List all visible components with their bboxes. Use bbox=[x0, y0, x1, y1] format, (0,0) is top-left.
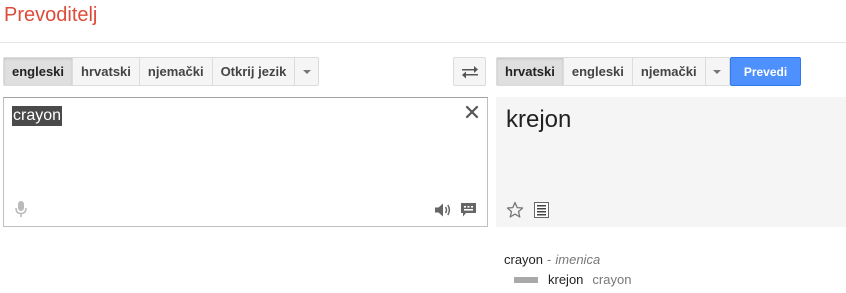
dictionary-header: crayon - imenica bbox=[504, 251, 631, 269]
speaker-icon[interactable] bbox=[434, 202, 452, 218]
swap-arrows-icon bbox=[461, 65, 478, 78]
dictionary-separator: - bbox=[547, 252, 552, 267]
app-title: Prevoditelj bbox=[4, 4, 98, 26]
dictionary-entry: krejon crayon bbox=[504, 271, 631, 289]
swap-languages-button[interactable] bbox=[453, 57, 486, 86]
source-text-area[interactable]: crayon bbox=[3, 97, 488, 227]
dictionary-back-translation[interactable]: crayon bbox=[592, 271, 631, 289]
star-icon[interactable] bbox=[506, 201, 524, 219]
target-lang-german[interactable]: njemački bbox=[633, 58, 706, 85]
source-text[interactable]: crayon bbox=[12, 106, 63, 126]
source-lang-more-button[interactable] bbox=[295, 58, 318, 85]
target-lang-more-button[interactable] bbox=[706, 58, 729, 85]
header-divider bbox=[0, 42, 846, 43]
chevron-down-icon bbox=[713, 69, 722, 74]
source-lang-detect[interactable]: Otkrij jezik bbox=[213, 58, 296, 85]
target-lang-english[interactable]: engleski bbox=[564, 58, 633, 85]
dictionary-translation[interactable]: krejon bbox=[548, 271, 583, 289]
source-lang-english[interactable]: engleski bbox=[4, 58, 74, 85]
target-lang-croatian[interactable]: hrvatski bbox=[497, 58, 564, 85]
list-icon[interactable] bbox=[534, 202, 549, 218]
source-lang-croatian[interactable]: hrvatski bbox=[73, 58, 140, 85]
part-of-speech: imenica bbox=[555, 252, 601, 267]
source-language-bar: engleski hrvatski njemački Otkrij jezik bbox=[3, 57, 320, 86]
target-language-bar: hrvatski engleski njemački bbox=[496, 57, 730, 86]
dictionary-word: crayon bbox=[504, 252, 544, 267]
result-text[interactable]: krejon bbox=[506, 105, 571, 135]
translate-button[interactable]: Prevedi bbox=[730, 57, 801, 86]
keyboard-icon[interactable] bbox=[460, 202, 477, 218]
dictionary: crayon - imenica krejon crayon bbox=[504, 251, 631, 289]
frequency-bar bbox=[514, 277, 538, 283]
chevron-down-icon bbox=[302, 69, 311, 74]
clear-icon[interactable] bbox=[465, 105, 479, 119]
result-panel: krejon bbox=[496, 97, 846, 227]
source-lang-german[interactable]: njemački bbox=[140, 58, 213, 85]
microphone-icon[interactable] bbox=[14, 200, 28, 218]
